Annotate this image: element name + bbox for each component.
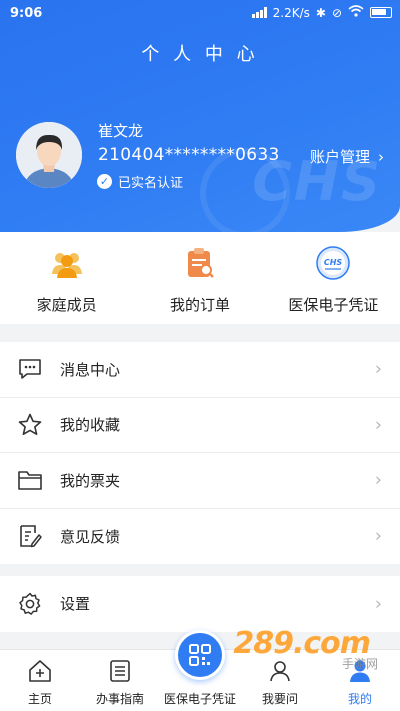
tab-label: 医保电子凭证 xyxy=(163,692,236,706)
family-members-icon xyxy=(51,253,82,278)
tab-guide[interactable]: 办事指南 xyxy=(80,650,160,711)
quick-actions: 家庭成员 我的订单 CHS 医保电子凭证 xyxy=(0,232,400,324)
home-icon xyxy=(29,660,51,682)
tab-label: 主页 xyxy=(27,692,52,706)
menu-item-label: 我的票夹 xyxy=(60,471,121,490)
chevron-right-icon: › xyxy=(374,469,382,491)
status-bar: 9:06 2.2K/s ✱ ⊘ xyxy=(0,0,400,28)
menu-item-messages[interactable]: 消息中心 › xyxy=(0,342,400,398)
quick-action-label: 家庭成员 xyxy=(36,296,97,314)
menu-item-label: 设置 xyxy=(60,595,91,614)
tab-label: 办事指南 xyxy=(95,692,144,706)
order-icon xyxy=(187,248,214,278)
qr-code-button[interactable] xyxy=(175,630,225,680)
guide-icon xyxy=(110,660,130,682)
menu-list-secondary: 设置 › xyxy=(0,576,400,632)
quick-action-family[interactable]: 家庭成员 xyxy=(0,232,133,324)
bluetooth-icon: ✱ xyxy=(315,5,326,20)
menu-item-label: 我的收藏 xyxy=(60,416,121,435)
mute-icon: ⊘ xyxy=(331,5,342,20)
check-icon: ✓ xyxy=(97,174,112,189)
folder-icon xyxy=(16,466,44,494)
quick-action-orders[interactable]: 我的订单 xyxy=(133,232,266,324)
quick-action-chs-voucher[interactable]: CHS 医保电子凭证 xyxy=(267,232,400,324)
cell-signal-icon xyxy=(251,7,267,18)
avatar[interactable] xyxy=(16,122,82,188)
network-speed: 2.2K/s xyxy=(272,5,310,20)
status-icons: 2.2K/s ✱ ⊘ xyxy=(251,5,392,20)
menu-item-label: 消息中心 xyxy=(60,360,121,379)
tab-label: 我要问 xyxy=(261,692,298,706)
menu-item-ticket-folder[interactable]: 我的票夹 › xyxy=(0,453,400,509)
menu-list-primary: 消息中心 › 我的收藏 › 我的票夹 › 意见反馈 › xyxy=(0,342,400,564)
wifi-icon xyxy=(348,5,364,20)
chevron-right-icon: › xyxy=(374,358,382,380)
user-name: 崔文龙 xyxy=(98,122,144,140)
qr-code-icon xyxy=(189,644,211,666)
status-time: 9:06 xyxy=(10,6,43,21)
svg-text:CHS: CHS xyxy=(324,258,343,267)
ask-icon xyxy=(270,661,290,682)
chevron-right-icon: › xyxy=(374,414,382,436)
watermark-subtext: 手游网 xyxy=(341,657,378,671)
menu-item-feedback[interactable]: 意见反馈 › xyxy=(0,509,400,565)
battery-icon xyxy=(370,7,392,18)
verified-label: 已实名认证 xyxy=(118,176,184,191)
star-icon xyxy=(16,411,44,439)
verified-badge: ✓ 已实名认证 xyxy=(97,172,183,191)
chs-voucher-icon: CHS xyxy=(316,246,351,280)
quick-action-label: 我的订单 xyxy=(169,296,230,314)
feedback-icon xyxy=(16,522,44,550)
profile-header: CHS 9:06 2.2K/s ✱ ⊘ 个 人 中 心 崔文龙 210404**… xyxy=(0,0,400,232)
menu-item-favorites[interactable]: 我的收藏 › xyxy=(0,398,400,453)
account-link-label: 账户管理 xyxy=(309,148,370,166)
user-id-number: 210404********0633 xyxy=(98,145,280,165)
chevron-right-icon: › xyxy=(374,525,382,547)
menu-item-settings[interactable]: 设置 › xyxy=(0,576,400,632)
chevron-right-icon: › xyxy=(374,593,382,615)
page-title: 个 人 中 心 xyxy=(141,44,259,65)
account-management-link[interactable]: 账户管理 › xyxy=(310,146,384,167)
chevron-right-icon: › xyxy=(378,147,384,166)
tab-label: 我的 xyxy=(347,692,372,706)
menu-item-label: 意见反馈 xyxy=(60,527,121,546)
gear-icon xyxy=(16,590,44,618)
quick-action-label: 医保电子凭证 xyxy=(288,296,379,314)
tab-home[interactable]: 主页 xyxy=(0,650,80,711)
message-icon xyxy=(16,355,44,383)
